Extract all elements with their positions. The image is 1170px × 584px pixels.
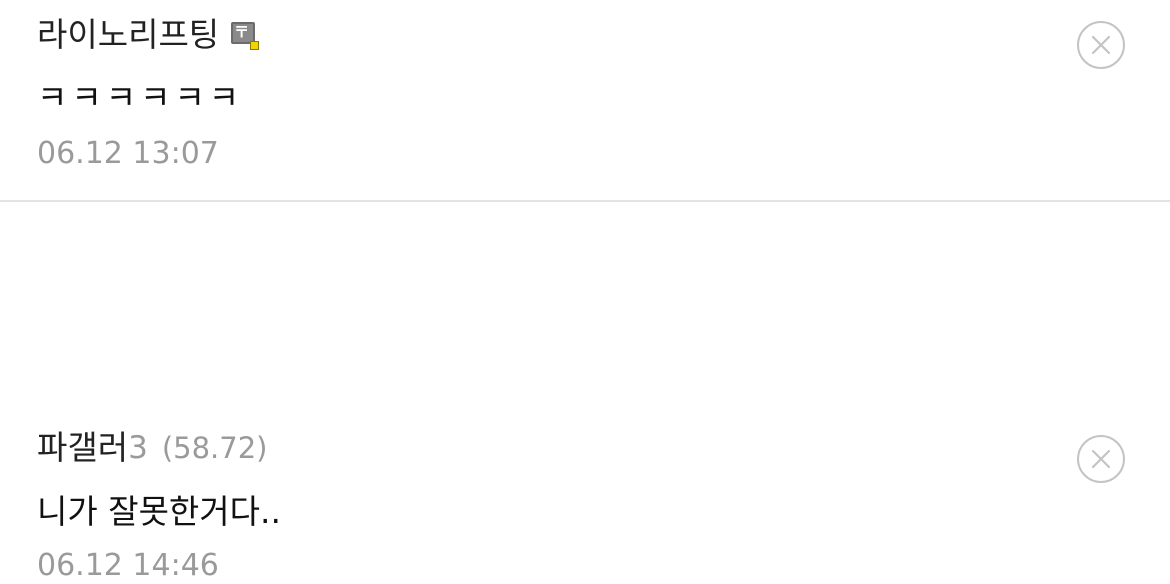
comment-author[interactable]: 라이노리프팅	[37, 15, 219, 55]
comment-timestamp: 06.12 13:07	[37, 136, 219, 171]
comment-author-line: 라이노리프팅 〒	[37, 15, 261, 55]
comment-body: 니가 잘못한거다..	[37, 492, 281, 531]
delete-comment-button[interactable]	[1077, 21, 1125, 69]
delete-comment-button[interactable]	[1077, 435, 1125, 483]
close-circle-icon	[1091, 35, 1111, 55]
comment-author[interactable]: 파갤러	[37, 428, 128, 468]
comment-item: 라이노리프팅 〒 ㅋㅋㅋㅋㅋㅋ 06.12 13:07	[0, 0, 1170, 200]
comment-timestamp: 06.12 14:46	[37, 548, 219, 583]
user-level-badge-icon: 〒	[231, 20, 261, 50]
comment-author-ip: (58.72)	[161, 431, 268, 465]
comment-item: 파갤러 3 (58.72) 니가 잘못한거다.. 06.12 14:46	[0, 200, 1170, 583]
comment-author-line: 파갤러 3 (58.72)	[37, 428, 267, 468]
comment-author-suffix: 3	[128, 430, 148, 466]
close-circle-icon	[1091, 449, 1111, 469]
comment-body: ㅋㅋㅋㅋㅋㅋ	[37, 78, 244, 117]
